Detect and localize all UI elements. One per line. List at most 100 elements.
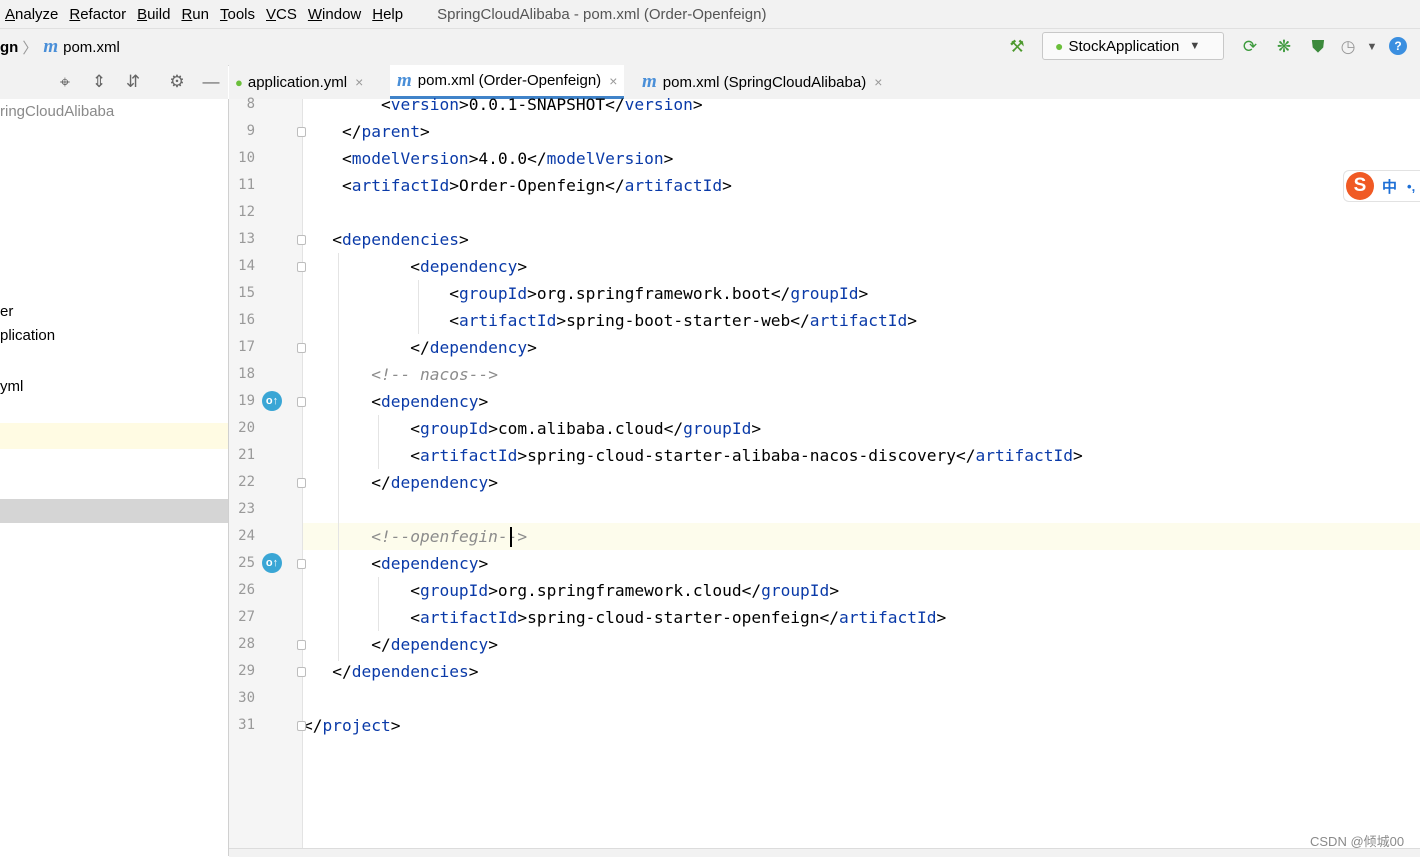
code-line[interactable]: <dependency> [303,253,527,280]
tree-item[interactable]: plication [0,325,55,347]
help-icon[interactable]: ? [1389,37,1407,55]
line-number: 29 [238,663,255,679]
indent-guide [378,577,379,631]
line-number: 14 [238,258,255,274]
fold-marker[interactable] [297,397,306,407]
line-number: 24 [238,528,255,544]
close-icon[interactable]: × [609,73,617,89]
window-title: SpringCloudAlibaba - pom.xml (Order-Open… [437,5,767,23]
tab-label: pom.xml (Order-Openfeign) [417,72,602,89]
code-line[interactable]: <artifactId>spring-cloud-starter-openfei… [303,604,946,631]
fold-marker[interactable] [297,343,306,353]
ime-toolbar[interactable]: S 中 •, [1343,170,1420,202]
menu-window[interactable]: Window [303,6,367,23]
fold-marker[interactable] [297,235,306,245]
code-line[interactable]: <dependency> [303,550,488,577]
fold-marker[interactable] [297,721,306,731]
fold-marker[interactable] [297,640,306,650]
tree-item[interactable]: yml [0,376,23,398]
line-number: 30 [238,690,255,706]
navigate-to-parent-icon[interactable]: o↑ [262,391,282,411]
line-number: 25 [238,555,255,571]
sogou-logo-icon: S [1346,172,1374,200]
code-line[interactable]: </dependency> [303,469,498,496]
code-line[interactable]: <groupId>org.springframework.cloud</grou… [303,577,839,604]
code-line[interactable]: <artifactId>spring-cloud-starter-alibaba… [303,442,1083,469]
ime-language[interactable]: 中 [1382,176,1397,197]
close-icon[interactable]: × [355,74,363,90]
tree-item-project-root[interactable]: ringCloudAlibaba [0,101,114,123]
chevron-right-icon: 〉 [22,39,38,57]
debug-bug-icon[interactable]: ❋ [1274,37,1294,57]
line-number: 10 [238,150,255,166]
gear-icon[interactable]: ⚙ [167,72,187,92]
ime-punctuation[interactable]: •, [1407,179,1415,194]
fold-marker[interactable] [297,127,306,137]
indent-guide [378,415,379,469]
more-run-options-icon[interactable]: ▼ [1362,37,1382,57]
line-number: 12 [238,204,255,220]
fold-marker[interactable] [297,667,306,677]
run-with-coverage-icon[interactable]: ⛊ [1308,37,1328,57]
fold-marker[interactable] [297,559,306,569]
code-line[interactable]: <artifactId>spring-boot-starter-web</art… [303,307,917,334]
line-number: 31 [238,717,255,733]
build-hammer-icon[interactable]: ⚒ [1007,37,1027,57]
line-number: 13 [238,231,255,247]
run-config-label: StockApplication [1068,37,1180,55]
line-number: 21 [238,447,255,463]
expand-all-icon[interactable]: ⇕ [89,72,109,92]
collapse-all-icon[interactable]: ⇵ [123,72,143,92]
code-line[interactable]: </parent> [303,118,430,145]
line-number: 22 [238,474,255,490]
line-number: 27 [238,609,255,625]
code-line[interactable]: <groupId>org.springframework.boot</group… [303,280,868,307]
run-configuration-select[interactable]: ● StockApplication ▼ [1042,32,1224,60]
fold-marker[interactable] [297,262,306,272]
menu-analyze[interactable]: Analyze [0,6,64,23]
menu-help[interactable]: Help [367,6,409,23]
profile-icon[interactable]: ◷ [1338,37,1358,57]
project-panel-toolbar: ⌖ ⇕ ⇵ ⚙ — [0,65,228,100]
menu-tools[interactable]: Tools [215,6,261,23]
line-number: 28 [238,636,255,652]
line-number: 15 [238,285,255,301]
tree-selected-row[interactable] [0,499,228,523]
line-number: 17 [238,339,255,355]
line-number: 16 [238,312,255,328]
fold-marker[interactable] [297,478,306,488]
code-line[interactable]: <!-- nacos--> [303,361,498,388]
code-line[interactable]: <version>0.0.1-SNAPSHOT</version> [303,91,703,118]
maven-file-icon: m [43,36,59,57]
tree-highlight-row [0,423,228,449]
code-line[interactable]: <groupId>com.alibaba.cloud</groupId> [303,415,761,442]
code-line[interactable]: </project> [303,712,400,739]
menu-build[interactable]: Build [132,6,176,23]
minimize-icon[interactable]: — [201,72,221,92]
rerun-icon[interactable]: ⟳ [1240,37,1260,57]
locate-target-icon[interactable]: ⌖ [55,72,75,92]
watermark: CSDN @倾城00 [1310,834,1405,849]
breadcrumb-file[interactable]: pom.xml [63,39,120,56]
navigate-to-parent-icon[interactable]: o↑ [262,553,282,573]
indent-guide [338,253,339,661]
breadcrumb-module[interactable]: gn [0,39,18,56]
menu-refactor[interactable]: Refactor [64,6,132,23]
code-line[interactable]: <modelVersion>4.0.0</modelVersion> [303,145,673,172]
line-number: 20 [238,420,255,436]
line-number: 19 [238,393,255,409]
navigation-bar: gn 〉 m pom.xml ⚒ ● StockApplication ▼ ⟳ … [0,28,1420,66]
code-line[interactable]: <dependencies> [303,226,468,253]
close-icon[interactable]: × [874,74,882,90]
code-line[interactable]: </dependencies> [303,658,478,685]
code-line[interactable]: <dependency> [303,388,488,415]
tab-label: pom.xml (SpringCloudAlibaba) [662,73,867,91]
tab-label: application.yml [247,73,348,91]
code-line[interactable]: </dependency> [303,631,498,658]
menu-vcs[interactable]: VCS [261,6,303,23]
code-line[interactable]: <!--openfegin--> [303,523,527,550]
code-line[interactable]: <artifactId>Order-Openfeign</artifactId> [303,172,732,199]
menu-run[interactable]: Run [176,6,215,23]
indent-guide [418,280,419,334]
tree-item[interactable]: er [0,301,13,323]
